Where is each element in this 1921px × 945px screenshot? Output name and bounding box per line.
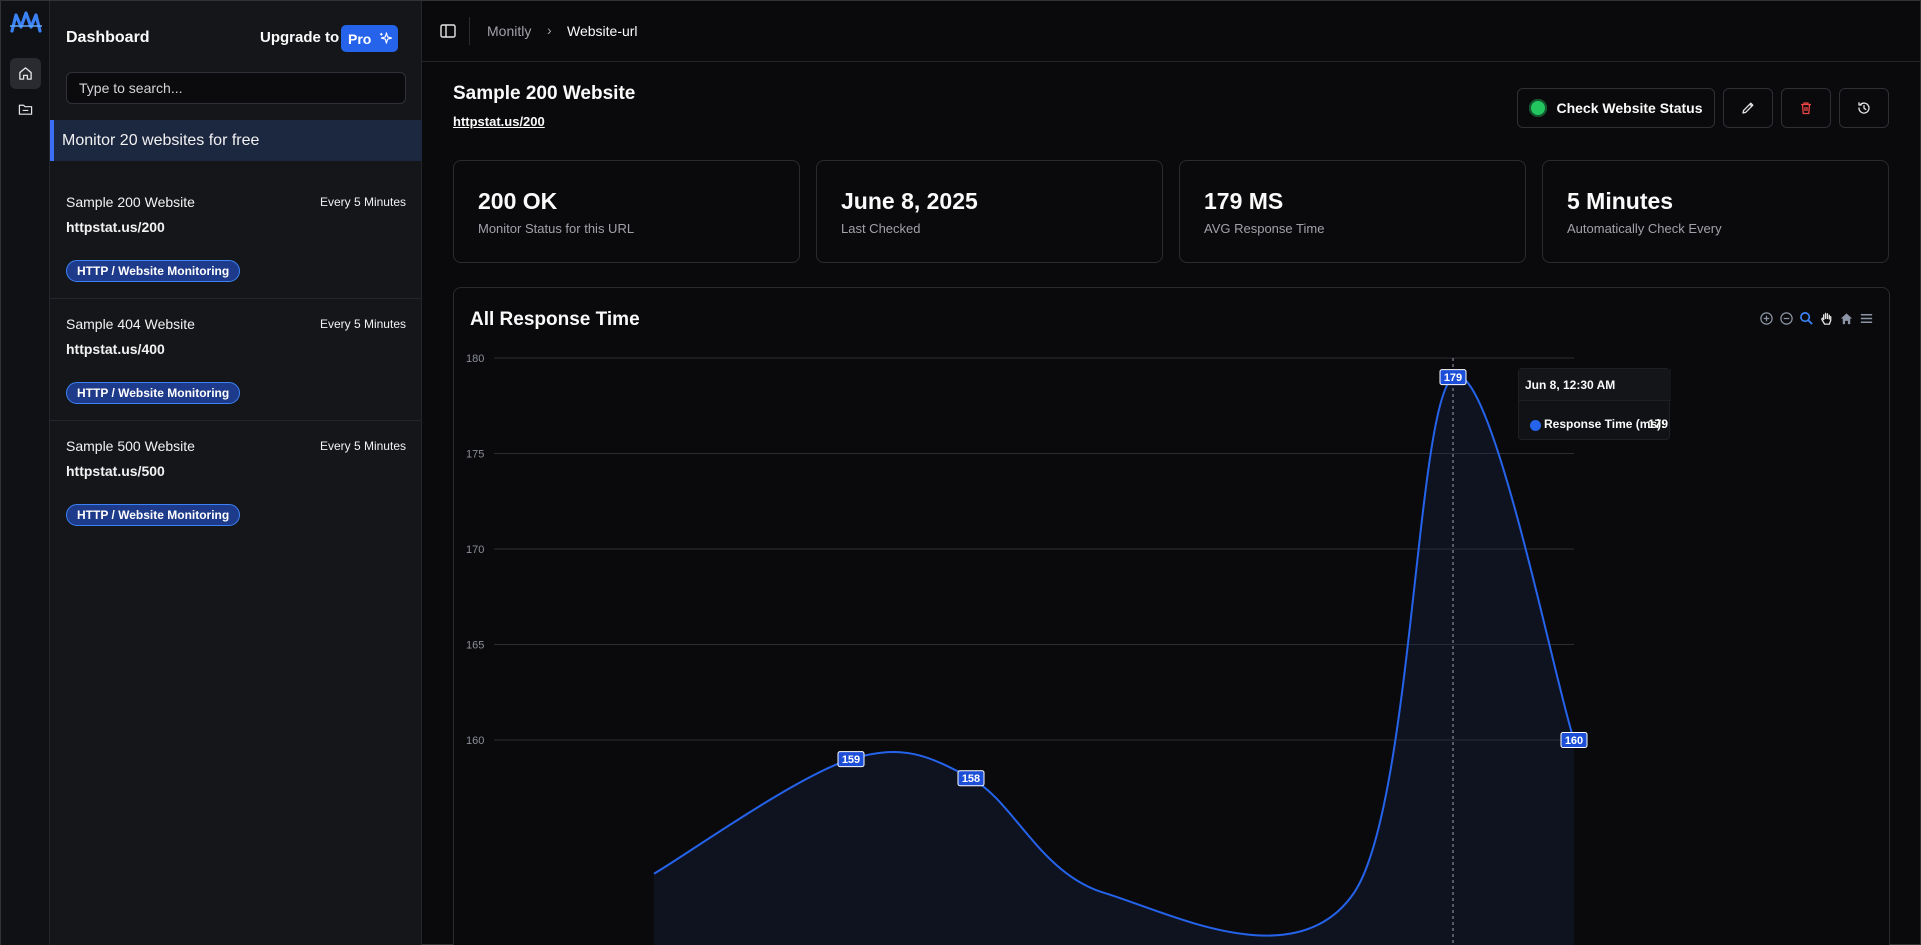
history-icon (1858, 102, 1870, 114)
delete-button[interactable] (1781, 88, 1831, 128)
stat-value: 200 OK (478, 188, 558, 214)
monitor-type-badge: HTTP / Website Monitoring (66, 260, 241, 282)
page-title: Sample 200 Website (453, 83, 636, 104)
reset-zoom-button[interactable] (1838, 310, 1855, 327)
data-label: 160 (1565, 735, 1583, 747)
monitor-frequency: Every 5 Minutes (319, 439, 406, 453)
top-bar: Monitly › Website-url (422, 1, 1921, 62)
monitor-frequency: Every 5 Minutes (319, 195, 406, 209)
stat-label: AVG Response Time (1204, 221, 1325, 236)
stat-value: June 8, 2025 (841, 188, 978, 214)
zoom-in-icon (1760, 312, 1773, 325)
data-label: 179 (1444, 372, 1462, 384)
monitly-logo-icon[interactable] (9, 9, 43, 37)
stat-card-check-interval: 5 Minutes Automatically Check Every (1542, 160, 1889, 263)
folder-icon (18, 104, 33, 115)
stat-label: Monitor Status for this URL (478, 221, 635, 236)
y-tick-label: 170 (466, 544, 484, 556)
sidebar-header: Dashboard Upgrade to Pro (50, 1, 422, 73)
series-marker-icon (1530, 420, 1541, 431)
zoom-out-button[interactable] (1778, 310, 1795, 327)
chevron-right-icon: › (547, 22, 552, 38)
zoom-in-button[interactable] (1758, 310, 1775, 327)
monitor-list-item[interactable]: Sample 500 Website Every 5 Minutes https… (50, 421, 422, 543)
stat-card-avg-response: 179 MS AVG Response Time (1179, 160, 1526, 263)
chart-title: All Response Time (470, 309, 640, 330)
status-indicator-icon (1529, 99, 1548, 117)
edit-button[interactable] (1723, 88, 1773, 128)
stat-value: 5 Minutes (1567, 188, 1674, 214)
monitor-name: Sample 500 Website (66, 438, 195, 454)
reset-home-icon (1840, 313, 1853, 325)
y-tick-label: 175 (466, 449, 484, 461)
upgrade-label: Upgrade to (260, 29, 340, 46)
zoom-out-icon (1780, 312, 1793, 325)
home-nav-button[interactable] (10, 58, 41, 89)
monitor-list-item[interactable]: Sample 404 Website Every 5 Minutes https… (50, 299, 422, 421)
y-tick-label: 160 (466, 735, 484, 747)
y-tick-label: 165 (466, 640, 484, 652)
response-time-chart-card: 180 175 170 165 160 159 158 179 160 All Response… (453, 287, 1890, 945)
breadcrumb-current: Website-url (567, 23, 638, 39)
check-website-status-label: Check Website Status (1556, 100, 1703, 116)
monitor-type-badge: HTTP / Website Monitoring (66, 504, 241, 526)
divider (469, 17, 470, 45)
y-tick-label: 180 (466, 353, 484, 365)
stat-label: Last Checked (841, 221, 921, 236)
folder-nav-button[interactable] (10, 94, 41, 125)
zoom-select-icon (1800, 312, 1813, 325)
chart-tooltip: Jun 8, 12:30 AM Response Time (ms): 179 (1518, 368, 1671, 440)
response-time-chart[interactable]: 180 175 170 165 160 159 158 179 160 (454, 288, 1890, 945)
zoom-select-button[interactable] (1798, 310, 1815, 327)
data-label: 159 (842, 754, 860, 766)
monitor-type-badge: HTTP / Website Monitoring (66, 382, 241, 404)
sparkles-icon (380, 32, 393, 44)
pro-label: Pro (348, 30, 372, 47)
series-area-fill (654, 375, 1574, 945)
monitor-name: Sample 404 Website (66, 316, 195, 332)
tooltip-series-label: Response Time (ms): (1544, 417, 1666, 431)
trash-icon (1801, 102, 1811, 115)
app-window: Dashboard Upgrade to Pro Monitor 20 webs… (0, 0, 1921, 945)
stat-card-last-checked: June 8, 2025 Last Checked (816, 160, 1163, 263)
chart-toolbar (1758, 310, 1875, 327)
promo-banner[interactable]: Monitor 20 websites for free (50, 120, 422, 161)
stat-card-status: 200 OK Monitor Status for this URL (453, 160, 800, 263)
sidebar: Dashboard Upgrade to Pro Monitor 20 webs… (50, 1, 422, 945)
monitor-list: Sample 200 Website Every 5 Minutes https… (50, 177, 422, 543)
monitor-frequency: Every 5 Minutes (319, 317, 406, 331)
history-button[interactable] (1839, 88, 1889, 128)
main-content: Monitly › Website-url Sample 200 Website… (422, 1, 1921, 945)
stat-label: Automatically Check Every (1567, 221, 1722, 236)
search-input[interactable] (66, 72, 406, 104)
pencil-icon (1742, 102, 1754, 114)
monitor-url: httpstat.us/200 (66, 219, 165, 235)
chart-menu-button[interactable] (1858, 310, 1875, 327)
tooltip-header: Jun 8, 12:30 AM (1519, 369, 1671, 401)
page-url-link[interactable]: httpstat.us/200 (453, 114, 545, 129)
pan-button[interactable] (1818, 310, 1835, 327)
monitor-url: httpstat.us/400 (66, 341, 165, 357)
icon-rail (1, 1, 50, 945)
monitor-name: Sample 200 Website (66, 194, 195, 210)
monitor-list-item[interactable]: Sample 200 Website Every 5 Minutes https… (50, 177, 422, 299)
sidebar-toggle-icon[interactable] (438, 21, 458, 41)
data-label: 158 (962, 773, 980, 785)
tooltip-value: 179 (1648, 417, 1669, 431)
sidebar-title: Dashboard (66, 29, 150, 46)
home-icon (19, 67, 32, 80)
pan-hand-icon (1821, 312, 1832, 325)
upgrade-pro-button[interactable]: Pro (341, 25, 398, 52)
breadcrumb-root[interactable]: Monitly (487, 23, 531, 39)
stat-value: 179 MS (1204, 188, 1284, 214)
check-website-status-button[interactable]: Check Website Status (1517, 88, 1715, 128)
monitor-url: httpstat.us/500 (66, 463, 165, 479)
menu-icon (1860, 314, 1873, 323)
